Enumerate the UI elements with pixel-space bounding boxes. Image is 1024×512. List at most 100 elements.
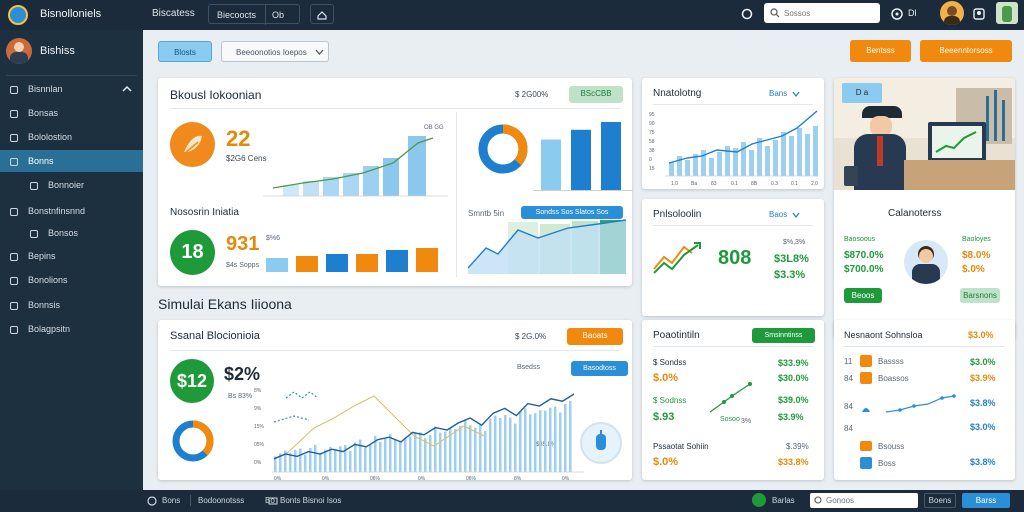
- sidebar-item-8[interactable]: Bonolions: [0, 270, 143, 290]
- avatar[interactable]: [940, 1, 964, 25]
- left-action-button[interactable]: Beoos: [844, 288, 882, 303]
- x-tick-label: Ba: [691, 181, 697, 187]
- mini-line-chart: [709, 382, 752, 413]
- chart-bar: [499, 418, 502, 472]
- row-num-1: 11: [844, 357, 853, 366]
- chart-bar: [549, 407, 552, 472]
- sidebar-item-label: Bonsos: [48, 228, 79, 238]
- leaf-icon: [170, 122, 215, 167]
- photo-badge[interactable]: D a: [842, 83, 882, 103]
- sidebar-brand: Bishiss: [40, 45, 75, 57]
- clock-icon: [10, 276, 18, 285]
- chart-bar: [384, 438, 387, 472]
- x-tick-label: 2.0: [811, 181, 818, 187]
- y-tick-label: 90: [649, 121, 655, 127]
- row-label-1: Bassss: [878, 357, 904, 366]
- card-badge[interactable]: BScCBB: [569, 86, 623, 103]
- kpi-circle: 18: [170, 230, 215, 275]
- analysis-card: Ssanal Blocionioia $ 2G.0% Baoats $12 $2…: [158, 320, 632, 480]
- top-bar: Bisnolloniels Biscatess Biecoocts Ob Dl: [0, 0, 1024, 30]
- folder-icon: [10, 85, 18, 94]
- sidebar-item-1[interactable]: Bonsas: [0, 103, 143, 123]
- donut-chart: [478, 124, 528, 174]
- search-input[interactable]: [784, 6, 874, 20]
- sidebar-item-10[interactable]: Bolagpsitn: [0, 319, 143, 339]
- chevron-up-icon[interactable]: [122, 85, 132, 93]
- chart-bar: [571, 129, 591, 190]
- sidebar-item-label: Bonsas: [28, 108, 59, 118]
- row-right-2b: $3.9%: [778, 412, 804, 422]
- home-icon: [317, 11, 327, 20]
- notification-icon[interactable]: [890, 7, 904, 21]
- search-box[interactable]: [764, 3, 880, 23]
- card-stat-label: $ 2G.0%: [515, 332, 547, 341]
- chart-bar: [304, 454, 307, 472]
- action-button-2[interactable]: Beeenntorsoss: [920, 40, 1012, 62]
- footer-button-2[interactable]: Barss: [962, 493, 1010, 508]
- sidebar-item-2[interactable]: Bololostion: [0, 127, 143, 147]
- card-tag[interactable]: Bans: [769, 89, 800, 98]
- y-tick-label: 15%: [254, 424, 265, 430]
- sidebar-item-3[interactable]: Bonns: [0, 150, 143, 172]
- filter-dropdown[interactable]: Beeoonotios Ioepos: [221, 41, 329, 62]
- user-icon[interactable]: [972, 7, 986, 21]
- row-right-3a: $.39%: [786, 442, 809, 451]
- sidebar-item-6[interactable]: Bonsos: [0, 223, 143, 243]
- card-title: Poaotintiln: [653, 330, 700, 341]
- dropdown-label: Beeoonotios Ioepos: [236, 48, 307, 57]
- kpi-sub: Bs 83%: [228, 393, 253, 400]
- footer-item-2[interactable]: Bodoonotsss: [198, 496, 244, 505]
- brand-avatar: [6, 38, 32, 64]
- sidebar-item-7[interactable]: Bepins: [0, 246, 143, 266]
- document-icon: [860, 355, 872, 367]
- sidebar-item-4[interactable]: Bonnoier: [0, 175, 143, 195]
- play-button[interactable]: [580, 422, 622, 464]
- sidebar-item-main[interactable]: Bisnnlan: [0, 79, 143, 99]
- book-icon: [10, 157, 18, 166]
- tab-dashboard[interactable]: Biecoocts Ob: [208, 4, 300, 25]
- chart-bar: [529, 414, 532, 472]
- holdings-card: Nesnaont Sohnsloa $3.0% 11 Bassss $3.0% …: [834, 320, 1015, 480]
- sidebar-item-5[interactable]: Bonstnfinsnnd: [0, 201, 143, 221]
- row-value-2: $3.9%: [970, 373, 996, 383]
- sidebar: Bishiss Bisnnlan Bonsas Bololostion Bonn…: [0, 30, 143, 490]
- card-title: Ssanal Blocionioia: [170, 330, 260, 342]
- chart-bar: [399, 440, 402, 472]
- card-tag[interactable]: Baos: [769, 210, 800, 219]
- chart-bar: [349, 451, 352, 472]
- chart-bar: [813, 126, 818, 176]
- card-title: Pnlsoloolin: [653, 209, 702, 220]
- legend-tag[interactable]: Basodtoss: [571, 361, 628, 376]
- gear-icon: [30, 229, 38, 238]
- tab-label: Biecoocts: [217, 10, 257, 20]
- footer-search[interactable]: [810, 493, 918, 508]
- home-button[interactable]: [310, 4, 334, 24]
- card-tag[interactable]: Smsinntinss: [752, 328, 815, 343]
- card-badge[interactable]: Baoats: [567, 328, 623, 345]
- refresh-icon[interactable]: [740, 7, 754, 21]
- action-button-1[interactable]: Bentsss: [850, 40, 911, 62]
- chart-bar: [434, 426, 437, 472]
- footer-item-4[interactable]: Bonts Bisnoi Isos: [280, 496, 341, 505]
- sidebar-item-label: Bepins: [28, 251, 56, 261]
- chart-bar: [414, 433, 417, 472]
- profile-thumbnail[interactable]: [996, 2, 1018, 24]
- footer-bar: Bons Bodoonotsss Bo Bonts Bisnoi Isos Ba…: [0, 490, 1024, 512]
- primary-button[interactable]: Blosts: [158, 41, 212, 62]
- footer-item-1[interactable]: Bons: [162, 496, 180, 505]
- chart-bar: [559, 412, 562, 472]
- card-title: Nesnaont Sohnsloa: [844, 330, 923, 340]
- footer-search-input[interactable]: [826, 494, 912, 507]
- right-action-button[interactable]: Barsnons: [960, 288, 1000, 303]
- chart-bar: [454, 429, 457, 472]
- sidebar-item-9[interactable]: Bonnsis: [0, 295, 143, 315]
- trend-chart: [263, 136, 448, 197]
- footer-button-1[interactable]: Boens: [924, 493, 956, 508]
- chart-bar: [439, 432, 442, 472]
- nav-label[interactable]: Biscatess: [152, 8, 195, 19]
- x-tick-label: 1.0: [671, 181, 678, 187]
- profile-card: D a Calanoterss Baosoous $870.0% $700.0%…: [834, 78, 1015, 338]
- row-label-4: Bsouss: [878, 442, 905, 451]
- status-dot-icon: [752, 493, 766, 507]
- x-tick-label: 8B: [751, 181, 758, 187]
